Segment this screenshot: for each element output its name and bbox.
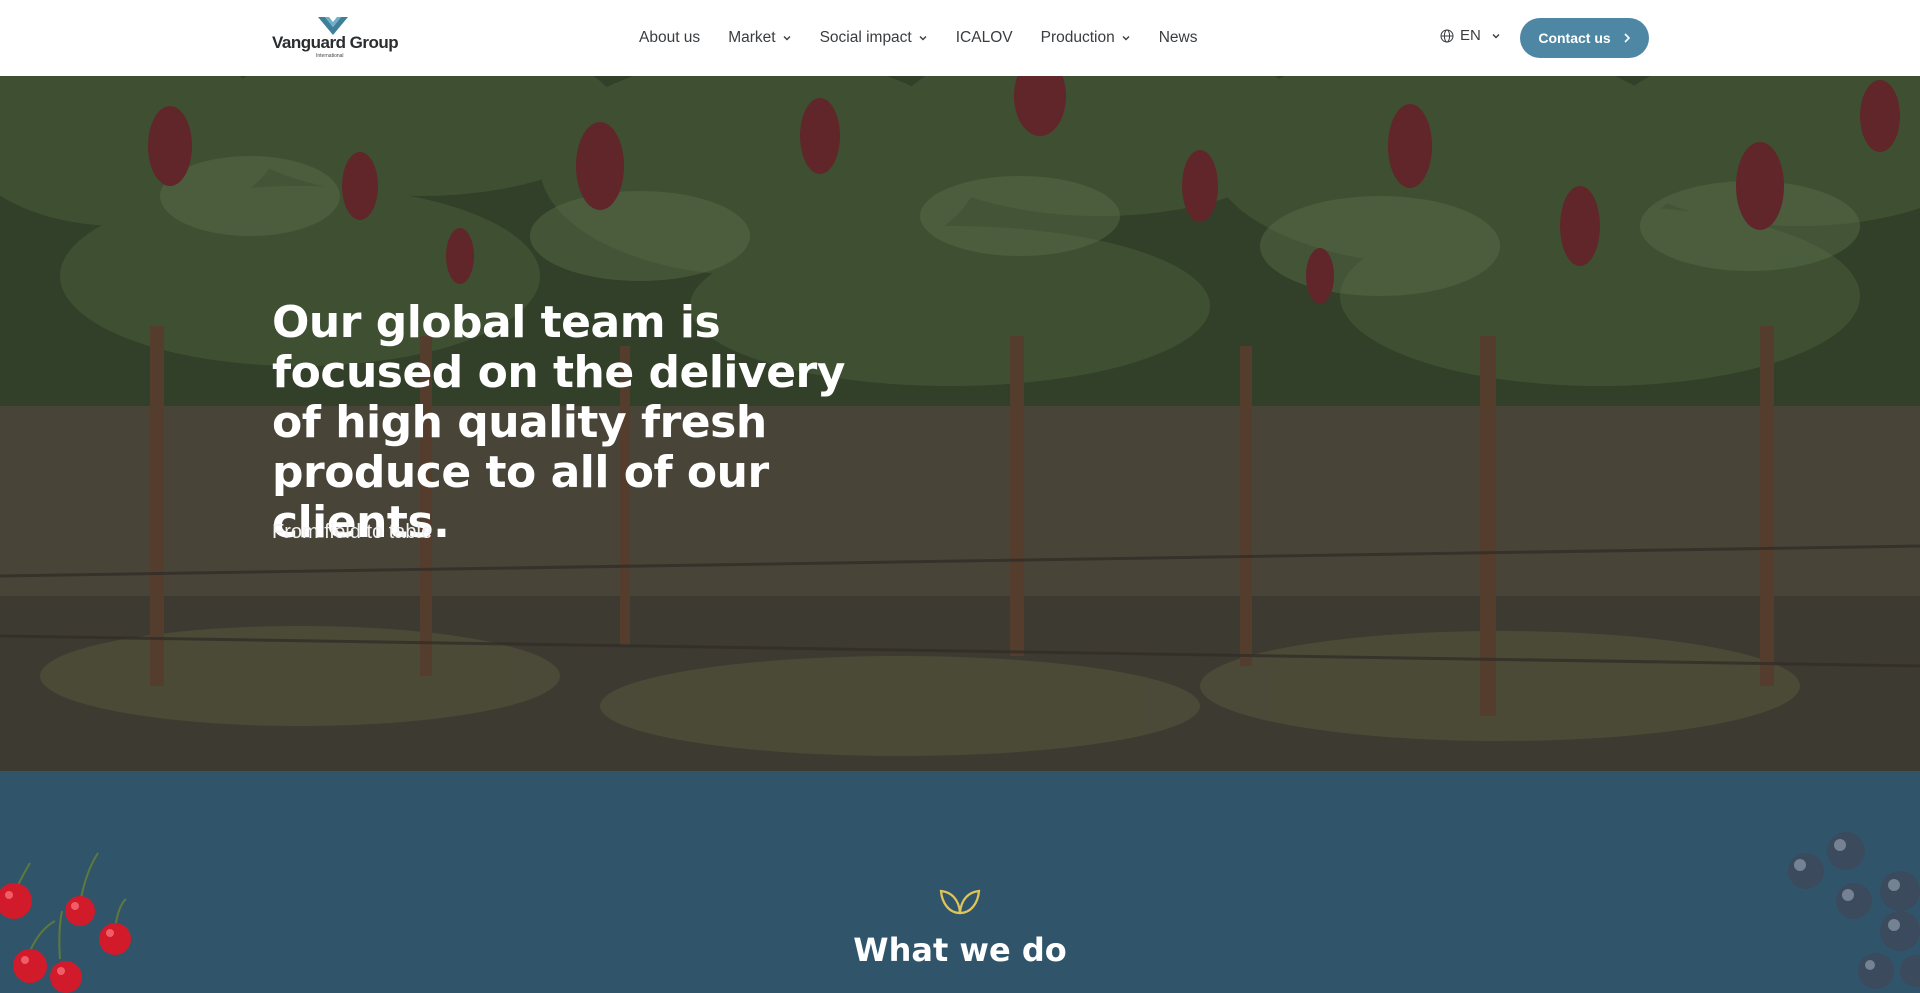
nav-item-label: News [1158, 29, 1198, 46]
nav-item-label: Market [728, 29, 776, 46]
nav-item-label: ICALOV [955, 29, 1013, 46]
logo[interactable]: Vanguard Group International [272, 16, 399, 60]
what-we-do-section: What we do [0, 771, 1920, 993]
nav-item-label: Social impact [819, 29, 912, 46]
hero-banner: Our global team is focused on the delive… [0, 76, 1920, 771]
chevron-down-icon [919, 36, 927, 41]
contact-us-label: Contact us [1538, 30, 1611, 46]
leaf-icon [939, 889, 981, 915]
logo-name: Vanguard Group [272, 33, 399, 52]
chevron-down-icon [1122, 36, 1130, 41]
site-header: Vanguard Group International About us Ma… [0, 0, 1920, 76]
chevron-down-icon [783, 36, 791, 41]
blueberries-image [1788, 832, 1920, 989]
language-selector[interactable]: EN [1440, 27, 1501, 44]
nav-item-label: Production [1040, 29, 1115, 46]
hero-subtitle: From field to table [272, 521, 433, 543]
nav-item-production[interactable]: Production [1041, 29, 1131, 47]
nav-item-icalov[interactable]: ICALOV [956, 29, 1013, 47]
nav-item-label: About us [639, 29, 701, 46]
nav-item-news[interactable]: News [1159, 29, 1198, 47]
globe-icon [1440, 29, 1454, 42]
hero-title: Our global team is focused on the delive… [272, 297, 845, 548]
contact-us-button[interactable]: Contact us [1520, 18, 1649, 58]
logo-subtitle: International [316, 53, 344, 59]
nav-item-social-impact[interactable]: Social impact [820, 29, 928, 47]
chevron-down-icon [1492, 33, 1500, 38]
chevron-right-icon [1624, 33, 1630, 43]
section-title: What we do [853, 931, 1067, 969]
language-label: EN [1460, 27, 1481, 44]
main-nav: About us Market Social impact ICALOV Pro… [639, 0, 1197, 76]
nav-item-market[interactable]: Market [728, 29, 791, 47]
nav-item-about-us[interactable]: About us [639, 29, 700, 47]
